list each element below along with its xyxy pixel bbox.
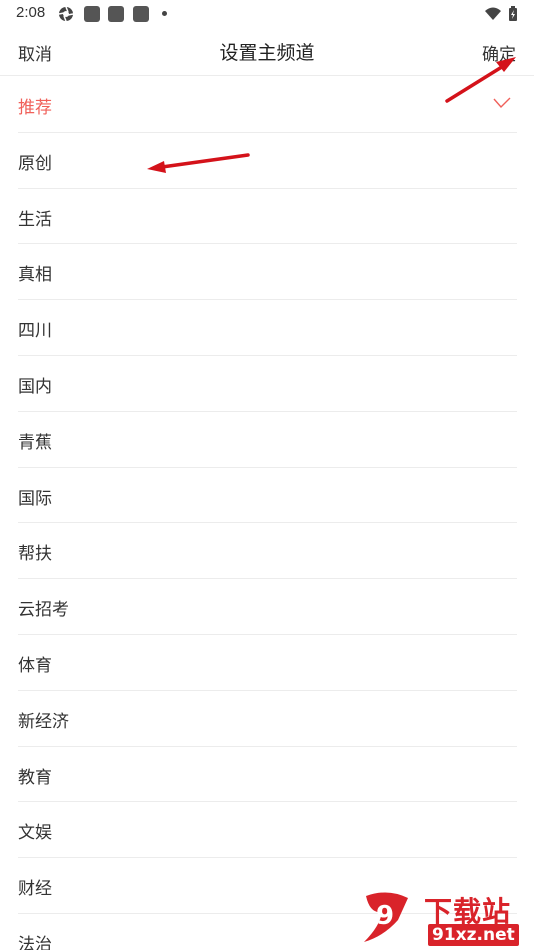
channel-item[interactable]: 真相: [18, 244, 517, 301]
watermark: 9 下载站 91xz.net: [358, 890, 528, 948]
channel-label: 国内: [18, 376, 52, 397]
channel-item[interactable]: 推荐: [18, 77, 517, 133]
channel-label: 体育: [18, 655, 52, 676]
channel-item[interactable]: 教育: [18, 747, 517, 803]
channel-label: 财经: [18, 879, 52, 900]
channel-label: 文娱: [18, 823, 52, 844]
aperture-icon: [58, 6, 74, 22]
watermark-site: 91xz.net: [428, 924, 519, 946]
channel-label: 青蕉: [18, 432, 52, 453]
watermark-logo-icon: 9: [364, 892, 408, 942]
channel-item[interactable]: 国际: [18, 468, 517, 524]
notification-icon: [108, 6, 124, 22]
channel-label: 帮扶: [18, 544, 52, 565]
channel-label: 真相: [18, 265, 52, 286]
channel-label: 原创: [18, 153, 52, 174]
channel-item[interactable]: 国内: [18, 356, 517, 412]
channel-item[interactable]: 新经济: [18, 691, 517, 747]
channel-item[interactable]: 帮扶: [18, 523, 517, 580]
channel-label: 四川: [18, 321, 52, 342]
channel-item[interactable]: 四川: [18, 300, 517, 356]
page-title: 设置主频道: [219, 42, 315, 64]
channel-label: 法治: [18, 934, 52, 950]
channel-item[interactable]: 生活: [18, 189, 517, 245]
channel-label: 推荐: [18, 98, 52, 118]
more-notifications-icon: [162, 11, 167, 16]
channel-label: 国际: [18, 488, 52, 509]
channel-label: 新经济: [18, 711, 69, 732]
check-icon: [493, 97, 511, 109]
status-time: 2:08: [16, 4, 46, 21]
channel-item[interactable]: 体育: [18, 635, 517, 691]
watermark-logo-text: 9: [376, 901, 394, 931]
channel-label: 生活: [18, 209, 52, 230]
wifi-icon: [485, 7, 501, 20]
channel-label: 教育: [18, 767, 52, 788]
channel-item[interactable]: 云招考: [18, 579, 517, 635]
channel-label: 云招考: [18, 600, 69, 621]
channel-item[interactable]: 文娱: [18, 802, 517, 859]
status-bar: 2:08: [0, 0, 534, 28]
notification-icon: [84, 6, 100, 22]
battery-icon: [509, 6, 517, 21]
channel-item[interactable]: 原创: [18, 133, 517, 189]
notification-icon: [133, 6, 149, 22]
confirm-button[interactable]: 确定: [482, 40, 516, 65]
channel-item[interactable]: 青蕉: [18, 412, 517, 468]
channel-list: 推荐 原创 生活 真相 四川 国内 青蕉 国际 帮扶 云招考 体育 新经济 教育…: [0, 77, 534, 950]
nav-bar: 取消 设置主频道 确定: [0, 28, 534, 76]
